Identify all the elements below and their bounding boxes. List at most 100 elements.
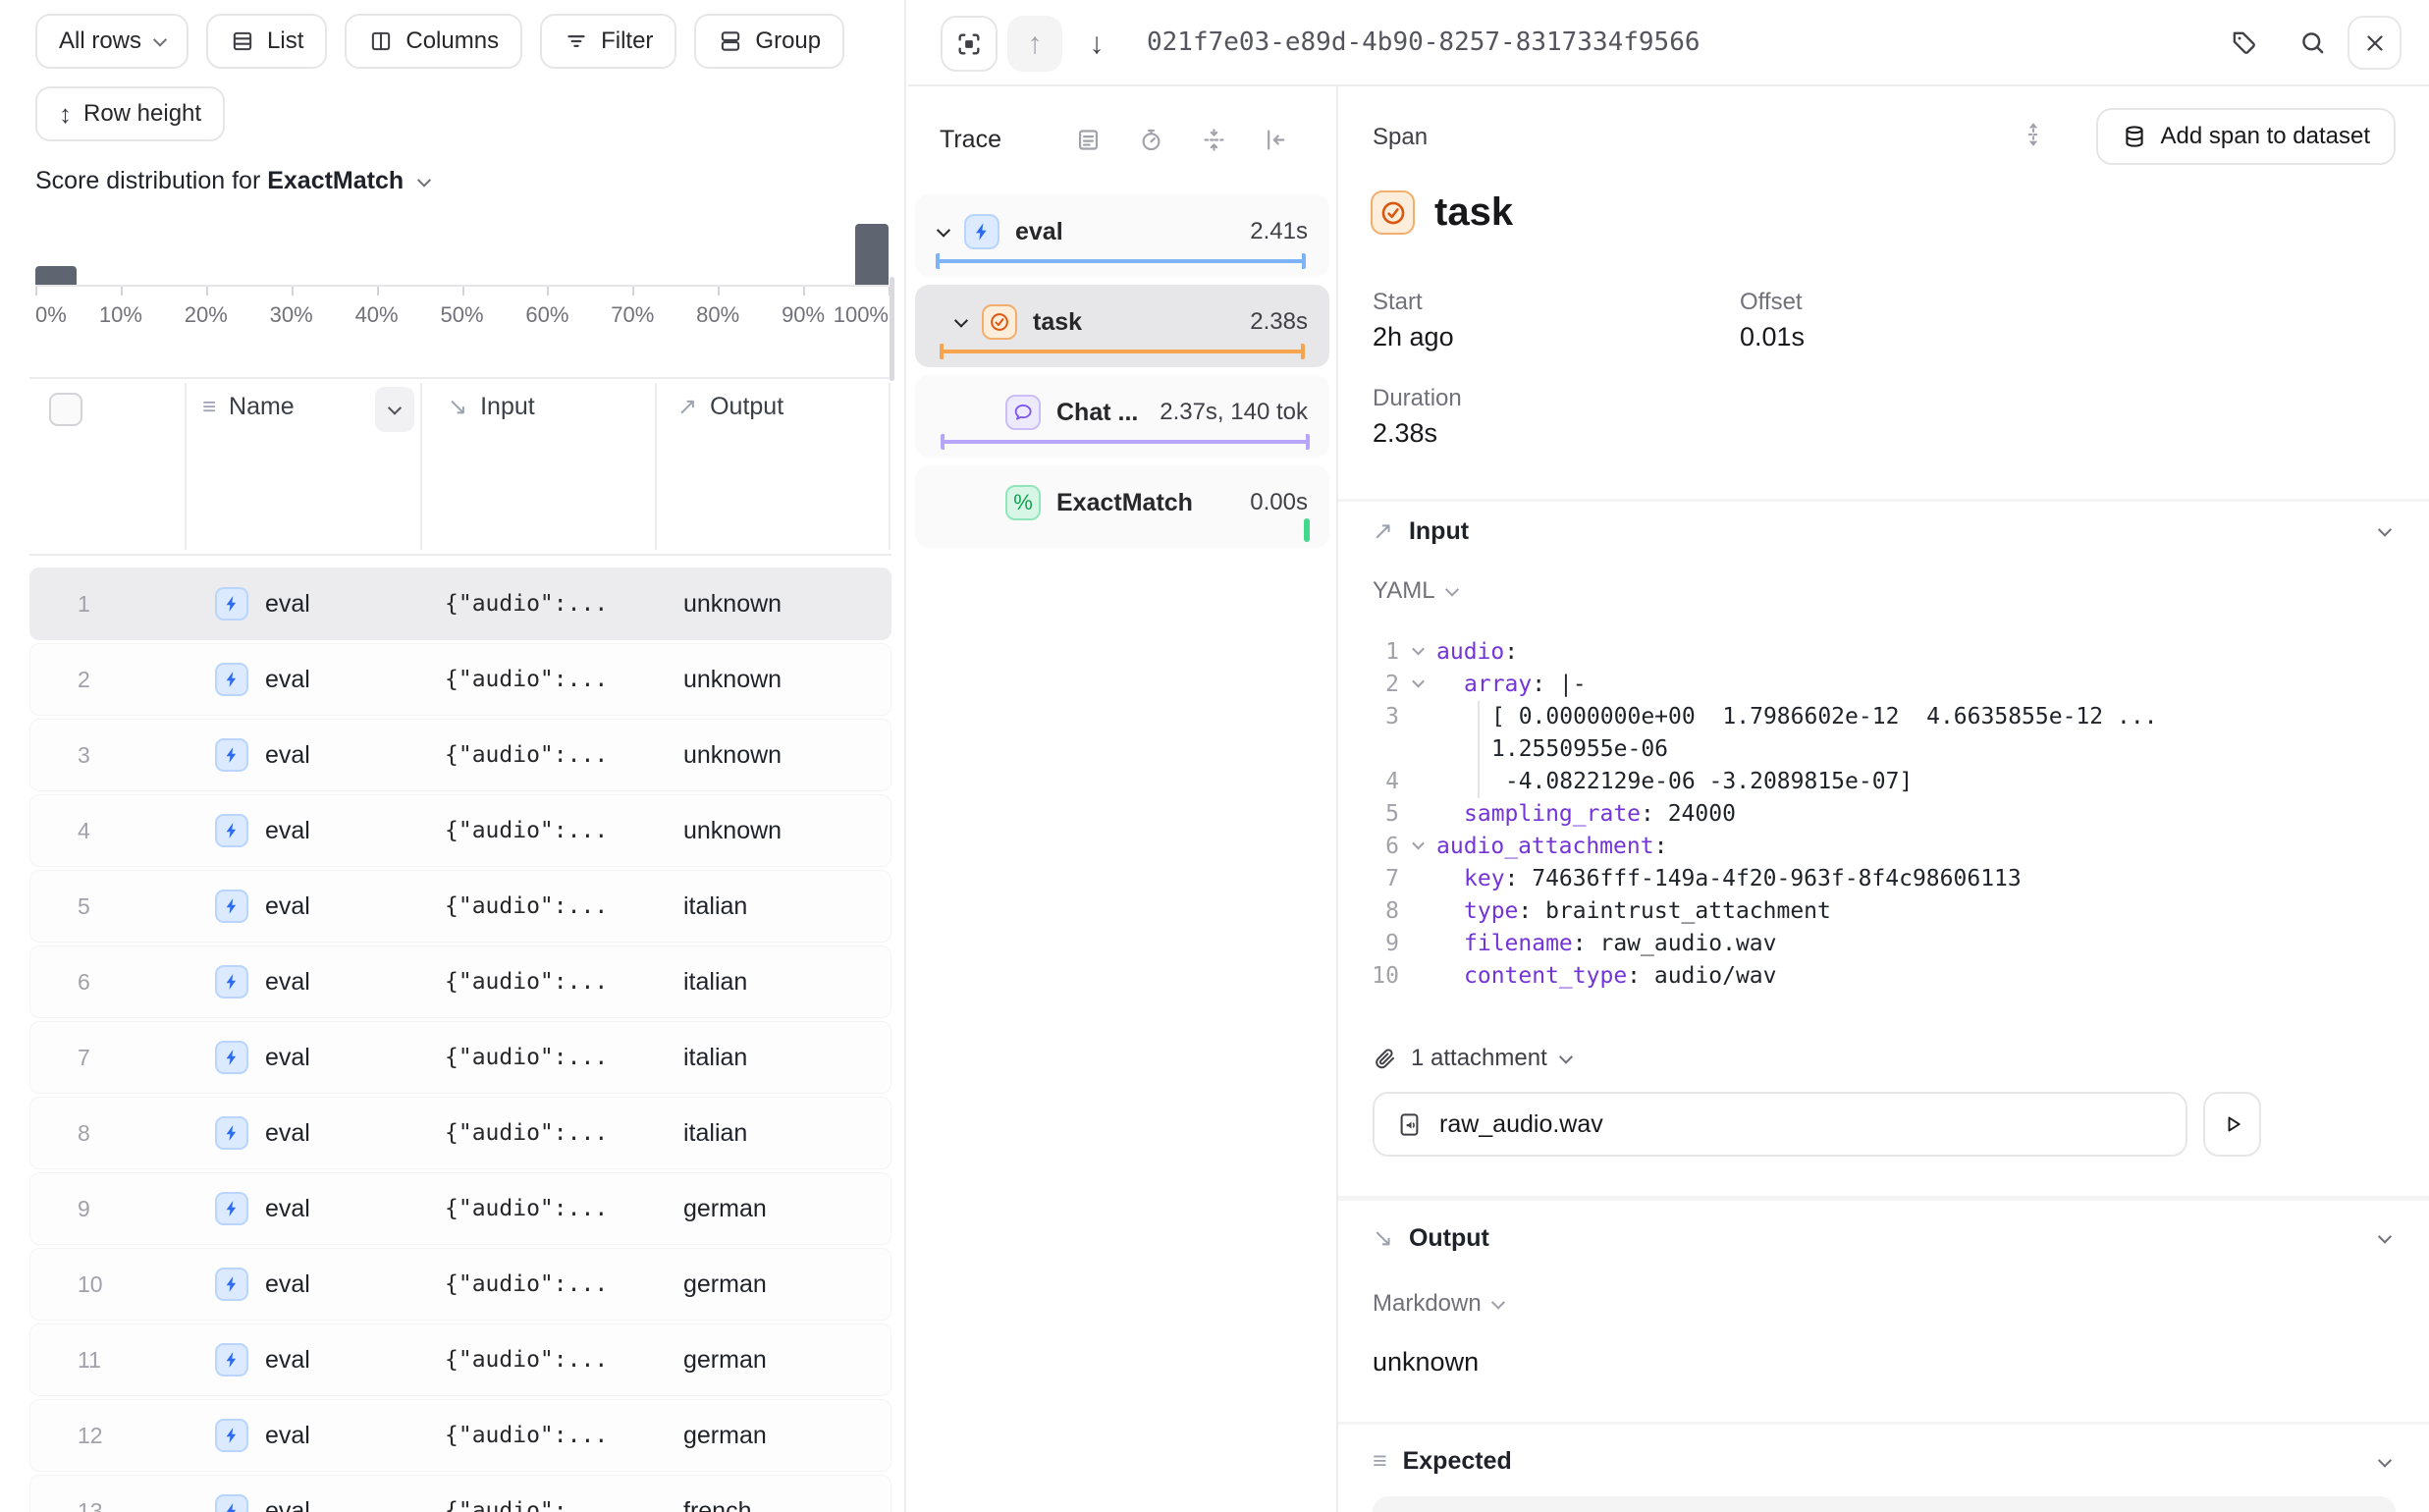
output-format-value: Markdown [1373, 1290, 1482, 1318]
input-header-label: Input [480, 393, 535, 421]
attachment-item[interactable]: raw_audio.wav [1373, 1092, 2187, 1157]
table-row[interactable]: 3 eval {"audio":... unknown [29, 719, 891, 791]
attachment-file-name: raw_audio.wav [1439, 1110, 1603, 1139]
output-section-header[interactable]: Output [1373, 1223, 1489, 1253]
span-timeline-bar [941, 434, 1310, 450]
span-duration: 2.38s [1250, 308, 1329, 336]
line-number: 5 [1358, 798, 1399, 831]
table-row[interactable]: 9 eval {"audio":... german [29, 1172, 891, 1245]
chevron-down-icon[interactable] [954, 314, 968, 328]
section-divider [1338, 1196, 2429, 1201]
expected-section-header[interactable]: Expected [1373, 1447, 1512, 1476]
row-name-cell: eval [186, 738, 421, 772]
previous-row-button[interactable] [1007, 16, 1062, 72]
histogram-bar[interactable] [35, 266, 77, 285]
table-row[interactable]: 7 eval {"audio":... italian [29, 1021, 891, 1094]
play-attachment-button[interactable] [2203, 1092, 2261, 1157]
next-row-button[interactable] [1072, 16, 1121, 72]
axis-tick [632, 287, 634, 296]
fold-chevron-icon[interactable] [1399, 928, 1436, 960]
fold-chevron-icon[interactable] [1399, 669, 1436, 701]
table-row[interactable]: 5 eval {"audio":... italian [29, 870, 891, 943]
input-section-header[interactable]: Input [1373, 516, 1469, 546]
chevron-down-icon[interactable] [937, 224, 950, 238]
fold-chevron-icon[interactable] [1399, 863, 1436, 895]
select-all-checkbox[interactable] [49, 393, 82, 426]
eval-lightning-icon [215, 663, 248, 696]
row-input: {"audio":... [421, 1120, 656, 1146]
close-button[interactable] [2348, 16, 2402, 70]
row-number: 1 [30, 591, 186, 618]
all-rows-dropdown[interactable]: All rows [35, 14, 189, 69]
column-divider[interactable] [889, 383, 891, 550]
row-input: {"audio":... [421, 969, 656, 995]
collapse-panel-icon[interactable] [1263, 127, 1289, 153]
table-row[interactable]: 12 eval {"audio":... german [29, 1399, 891, 1472]
table-row[interactable]: 6 eval {"audio":... italian [29, 945, 891, 1018]
trace-span-row[interactable]: eval 2.41s [915, 194, 1329, 277]
histogram-plot-area[interactable] [35, 204, 889, 287]
fold-chevron-icon[interactable] [1399, 831, 1436, 863]
table-row[interactable]: 4 eval {"audio":... unknown [29, 794, 891, 867]
span-detail-panel: Span Add span to dataset task Start 2h a… [1338, 86, 2429, 1512]
code-line: 1 audio: [1358, 636, 2409, 669]
fold-chevron-icon[interactable] [1399, 895, 1436, 928]
list-button[interactable]: List [206, 14, 327, 69]
table-row[interactable]: 13 eval {"audio":... french [29, 1475, 891, 1512]
notes-icon[interactable] [1075, 127, 1102, 153]
column-divider[interactable] [420, 383, 422, 550]
arrow-down-right-icon [1373, 1223, 1393, 1253]
score-distribution-header[interactable]: Score distribution for ExactMatch [35, 167, 429, 195]
resize-handle-icon[interactable] [2021, 120, 2046, 149]
row-name-cell: eval [186, 1041, 421, 1074]
expand-fullscreen-button[interactable] [941, 16, 998, 72]
tag-icon[interactable] [2230, 28, 2258, 57]
add-span-to-dataset-button[interactable]: Add span to dataset [2096, 108, 2397, 165]
output-collapse-chevron[interactable] [2380, 1230, 2390, 1248]
section-divider [1338, 499, 2429, 502]
yaml-code-block[interactable]: 1 audio: 2 array: |- 3 [ 0.0000000e+00 1… [1358, 636, 2409, 993]
trace-span-row[interactable]: task 2.38s [915, 285, 1329, 367]
filter-button[interactable]: Filter [540, 14, 676, 69]
collapse-all-icon[interactable] [1201, 127, 1227, 153]
histogram-bar[interactable] [855, 224, 889, 285]
fold-chevron-icon[interactable] [1399, 733, 1436, 766]
table-row[interactable]: 1 eval {"audio":... unknown [29, 567, 891, 640]
eval-lightning-icon [215, 1343, 248, 1377]
section-divider [1338, 1422, 2429, 1425]
search-icon[interactable] [2298, 28, 2327, 57]
table-row[interactable]: 8 eval {"audio":... italian [29, 1097, 891, 1169]
input-column-header[interactable]: Input [448, 393, 535, 421]
fold-chevron-icon[interactable] [1399, 701, 1436, 733]
table-row[interactable]: 11 eval {"audio":... german [29, 1323, 891, 1396]
expected-collapse-chevron[interactable] [2380, 1454, 2390, 1472]
row-height-button[interactable]: Row height [35, 86, 225, 141]
fold-chevron-icon[interactable] [1399, 766, 1436, 798]
row-name-cell: eval [186, 1268, 421, 1301]
row-name-cell: eval [186, 814, 421, 847]
column-divider[interactable] [185, 383, 187, 550]
trace-span-row[interactable]: % ExactMatch 0.00s [915, 465, 1329, 548]
output-format-dropdown[interactable]: Markdown [1373, 1290, 1503, 1318]
row-input: {"audio":... [421, 1498, 656, 1512]
stopwatch-icon[interactable] [1138, 127, 1164, 153]
attachments-toggle[interactable]: 1 attachment [1373, 1045, 1571, 1072]
trace-span-row[interactable]: Chat ... 2.37s, 140 tok [915, 375, 1329, 458]
name-column-menu-button[interactable] [375, 387, 414, 432]
input-collapse-chevron[interactable] [2380, 523, 2390, 541]
output-column-header[interactable]: Output [677, 393, 783, 421]
columns-button[interactable]: Columns [345, 14, 522, 69]
input-format-dropdown[interactable]: YAML [1373, 577, 1457, 605]
group-button[interactable]: Group [694, 14, 844, 69]
column-divider[interactable] [655, 383, 657, 550]
axis-tick [121, 287, 123, 296]
table-row[interactable]: 2 eval {"audio":... unknown [29, 643, 891, 716]
table-row[interactable]: 10 eval {"audio":... german [29, 1248, 891, 1321]
vertical-scrollbar[interactable] [890, 277, 894, 381]
name-column-header[interactable]: Name [202, 393, 295, 421]
fold-chevron-icon[interactable] [1399, 960, 1436, 993]
fold-chevron-icon[interactable] [1399, 636, 1436, 669]
results-table-panel: All rows List Columns Filter Group [0, 0, 906, 1512]
trace-panel-title: Trace [940, 126, 1001, 154]
fold-chevron-icon[interactable] [1399, 798, 1436, 831]
